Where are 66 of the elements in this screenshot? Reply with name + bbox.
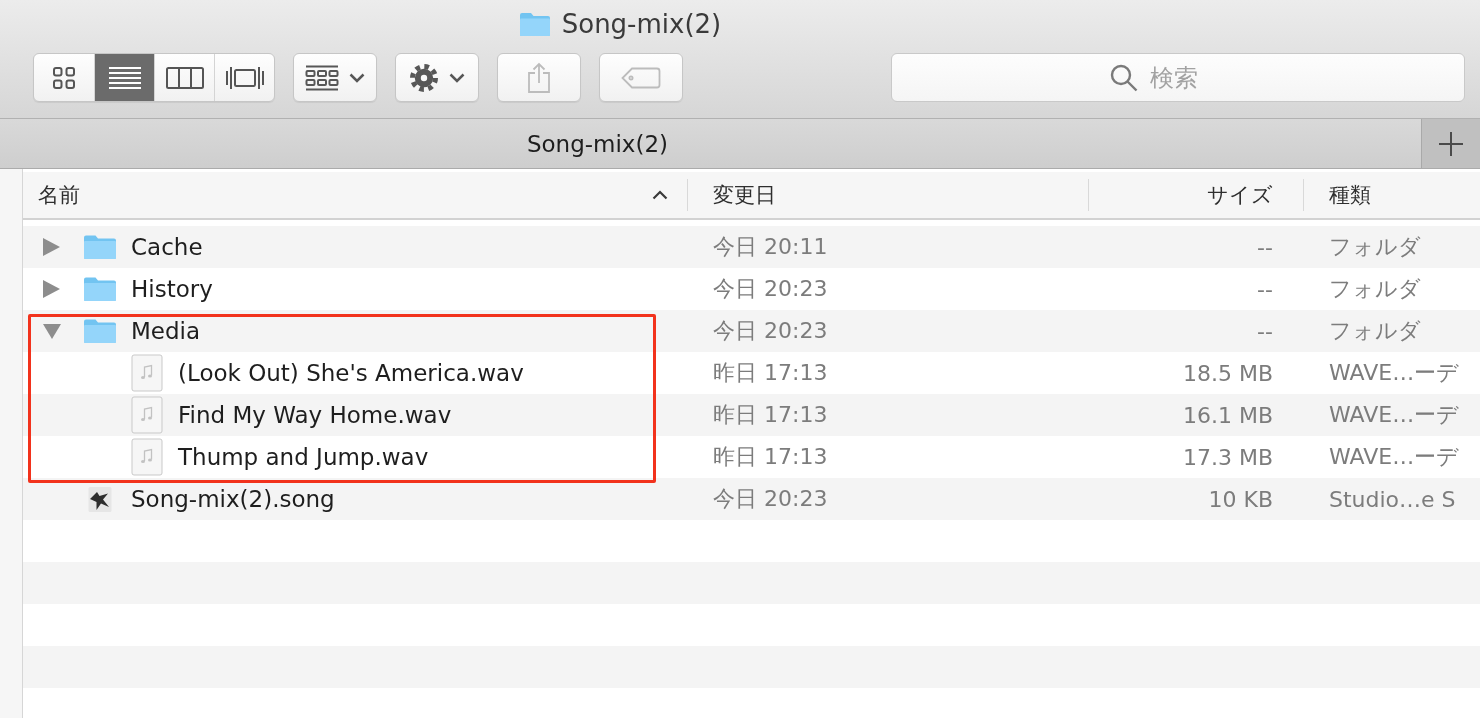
file-kind: Studio…e S [1329,486,1456,512]
column-header[interactable]: 変更日 [688,172,776,218]
file-row[interactable]: Media 今日 20:23 -- フォルダ [23,310,1480,352]
plus-icon [1438,130,1464,157]
file-name: (Look Out) She's America.wav [178,360,524,386]
file-name: History [131,276,213,302]
file-size: -- [1257,234,1273,260]
view-mode-button[interactable] [94,54,154,101]
window-title: Song-mix(2) [561,9,722,39]
disclosure-triangle-icon[interactable] [43,323,61,339]
modified-date: 今日 20:23 [713,485,828,513]
file-size: 16.1 MB [1182,402,1273,428]
grid-icon [305,64,339,91]
modified-date: 今日 20:23 [713,317,828,345]
file-row[interactable]: Cache 今日 20:11 -- フォルダ [23,226,1480,268]
gear-icon [409,62,439,93]
grid-icon [53,66,75,89]
folder-icon [518,11,551,37]
share-icon [527,61,551,94]
disclosure-triangle-icon[interactable] [43,280,60,298]
gallery-icon [224,65,265,90]
tag-icon [621,66,661,89]
column-header[interactable]: 種類 [1304,172,1371,218]
music-file-icon [131,354,163,392]
file-row[interactable]: Song-mix(2).song 今日 20:23 10 KB Studio…e S [23,478,1480,520]
music-file-icon [131,438,163,476]
file-size: -- [1257,318,1273,344]
modified-date: 昨日 17:13 [713,443,828,471]
file-kind: WAVE…ーデ [1329,443,1460,471]
file-kind: WAVE…ーデ [1329,359,1460,387]
document-icon [88,484,112,514]
music-file-icon [131,396,163,434]
new-tab-button[interactable] [1421,119,1480,168]
search-field[interactable]: 検索 [891,53,1465,102]
columns-icon [165,66,204,89]
action-menu-button[interactable] [395,53,479,102]
file-kind: フォルダ [1329,233,1421,261]
disclosure-triangle-icon[interactable] [43,238,60,256]
file-name: Thump and Jump.wav [178,444,429,470]
column-header[interactable]: サイズ [1207,172,1304,218]
caret-icon [449,72,465,83]
file-kind: WAVE…ーデ [1329,401,1460,429]
column-header[interactable]: 名前 [23,172,688,218]
view-mode-control[interactable] [33,53,275,102]
file-name: Song-mix(2).song [131,486,335,512]
file-size: -- [1257,276,1273,302]
modified-date: 今日 20:11 [713,233,828,261]
file-name: Cache [131,234,203,260]
file-kind: フォルダ [1329,275,1421,303]
folder-icon [83,276,117,302]
file-size: 18.5 MB [1182,360,1273,386]
caret-icon [349,72,365,83]
folder-icon [83,318,117,344]
list-icon [108,66,141,89]
file-size: 17.3 MB [1182,444,1273,470]
search-icon [1110,64,1138,92]
modified-date: 昨日 17:13 [713,401,828,429]
modified-date: 昨日 17:13 [713,359,828,387]
folder-icon [83,234,117,260]
modified-date: 今日 20:23 [713,275,828,303]
file-name: Media [131,318,201,344]
file-row[interactable]: Find My Way Home.wav 昨日 17:13 16.1 MB WAVE…ーデ [23,394,1480,436]
file-name: Find My Way Home.wav [178,402,452,428]
file-kind: フォルダ [1329,317,1421,345]
file-size: 10 KB [1208,486,1273,512]
group-button[interactable] [293,53,377,102]
